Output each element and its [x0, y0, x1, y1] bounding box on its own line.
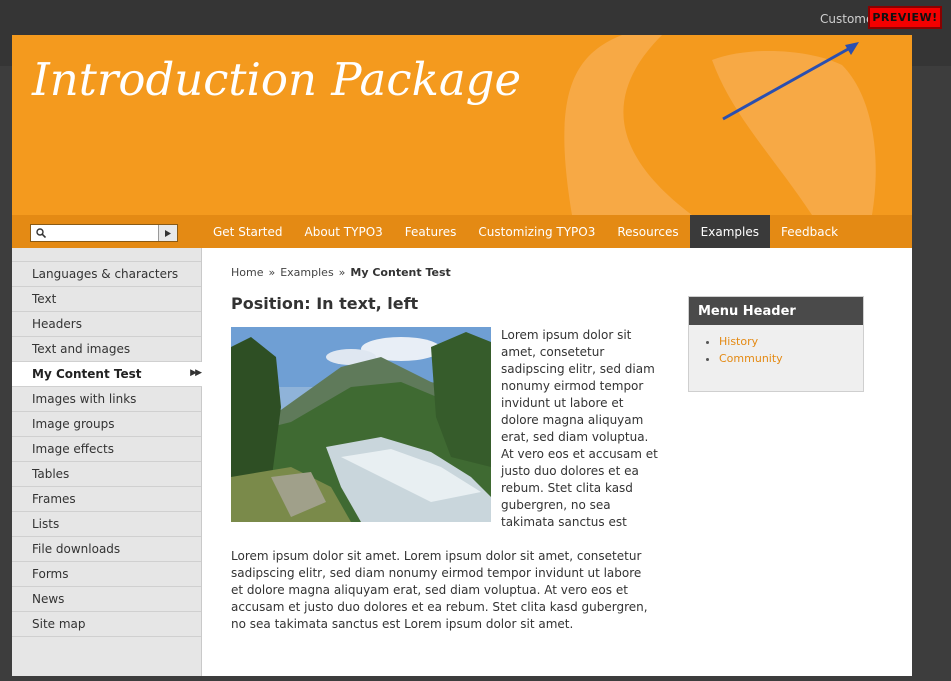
nav-item-examples[interactable]: Examples: [689, 215, 770, 248]
breadcrumb: Home » Examples » My Content Test: [231, 266, 451, 279]
sidebar-item-label: Lists: [32, 517, 60, 531]
menu-link-community[interactable]: Community: [719, 352, 783, 365]
sidebar-menu: Languages & characters Text Headers Text…: [12, 248, 202, 676]
double-arrow-right-icon: ▶▶: [190, 368, 202, 378]
breadcrumb-examples[interactable]: Examples: [280, 266, 333, 279]
sidebar-item-text-and-images[interactable]: Text and images: [12, 337, 201, 362]
site-header: Introduction Package: [12, 35, 912, 215]
menu-box-item: History: [719, 333, 863, 350]
sidebar-item-image-effects[interactable]: Image effects: [12, 437, 201, 462]
nav-item-about-typo3[interactable]: About TYPO3: [294, 215, 394, 248]
sidebar-item-label: Languages & characters: [32, 267, 179, 281]
sidebar-item-label: Forms: [32, 567, 69, 581]
sidebar-item-label: News: [32, 592, 65, 606]
breadcrumb-separator: »: [268, 266, 276, 279]
nav-item-customizing-typo3[interactable]: Customizing TYPO3: [467, 215, 606, 248]
sidebar-item-label: Frames: [32, 492, 76, 506]
sidebar-item-label: Images with links: [32, 392, 137, 406]
sidebar-item-news[interactable]: News: [12, 587, 201, 612]
sidebar-item-label: Text: [32, 292, 57, 306]
search-submit-button[interactable]: [158, 225, 177, 241]
sidebar-item-forms[interactable]: Forms: [12, 562, 201, 587]
breadcrumb-separator: »: [338, 266, 346, 279]
sidebar-item-site-map[interactable]: Site map: [12, 612, 201, 637]
body-text: Lorem ipsum dolor sit amet. Lorem ipsum …: [231, 549, 648, 631]
sidebar-item-headers[interactable]: Headers: [12, 312, 201, 337]
nav-item-features[interactable]: Features: [394, 215, 468, 248]
menu-box: Menu Header History Community: [688, 296, 864, 392]
breadcrumb-home[interactable]: Home: [231, 266, 263, 279]
sidebar-item-label: Image effects: [32, 442, 114, 456]
menu-link-history[interactable]: History: [719, 335, 758, 348]
nav-list: Get Started About TYPO3 Features Customi…: [202, 215, 849, 248]
sidebar-item-lists[interactable]: Lists: [12, 512, 201, 537]
sidebar-item-label: Image groups: [32, 417, 115, 431]
menu-box-item: Community: [719, 350, 863, 367]
nav-item-resources[interactable]: Resources: [606, 215, 689, 248]
nav-item-feedback[interactable]: Feedback: [770, 215, 849, 248]
menu-box-list: History Community: [689, 333, 863, 367]
sidebar-item-my-content-test[interactable]: My Content Test ▶▶: [12, 362, 202, 387]
sidebar-item-tables[interactable]: Tables: [12, 462, 201, 487]
sidebar-item-images-with-links[interactable]: Images with links: [12, 387, 201, 412]
breadcrumb-current: My Content Test: [350, 266, 451, 279]
mountain-river-image: [231, 327, 491, 522]
sidebar-item-text[interactable]: Text: [12, 287, 201, 312]
sidebar-item-image-groups[interactable]: Image groups: [12, 412, 201, 437]
sidebar-item-label: Text and images: [32, 342, 131, 356]
page-title: Position: In text, left: [231, 294, 419, 313]
sidebar-item-frames[interactable]: Frames: [12, 487, 201, 512]
sidebar-item-file-downloads[interactable]: File downloads: [12, 537, 201, 562]
sidebar-item-label: My Content Test: [32, 367, 142, 381]
sidebar-item-label: Headers: [32, 317, 82, 331]
sidebar-item-label: File downloads: [32, 542, 121, 556]
customize-text[interactable]: Custome: [820, 12, 873, 26]
main-nav: Get Started About TYPO3 Features Customi…: [12, 215, 912, 248]
sidebar-item-languages[interactable]: Languages & characters: [12, 261, 201, 287]
preview-badge[interactable]: PREVIEW!: [868, 6, 942, 29]
sidebar-item-label: Site map: [32, 617, 86, 631]
sidebar-item-label: Tables: [32, 467, 70, 481]
site-title[interactable]: Introduction Package: [32, 53, 521, 106]
menu-box-header: Menu Header: [689, 297, 863, 325]
search-icon: [36, 228, 46, 238]
nav-item-get-started[interactable]: Get Started: [202, 215, 294, 248]
triangle-right-icon: [165, 229, 171, 237]
search-input[interactable]: [30, 224, 178, 242]
page: Introduction Package Get Started About T…: [12, 35, 912, 676]
float-text: Lorem ipsum dolor sit amet, consetetur s…: [501, 328, 658, 529]
